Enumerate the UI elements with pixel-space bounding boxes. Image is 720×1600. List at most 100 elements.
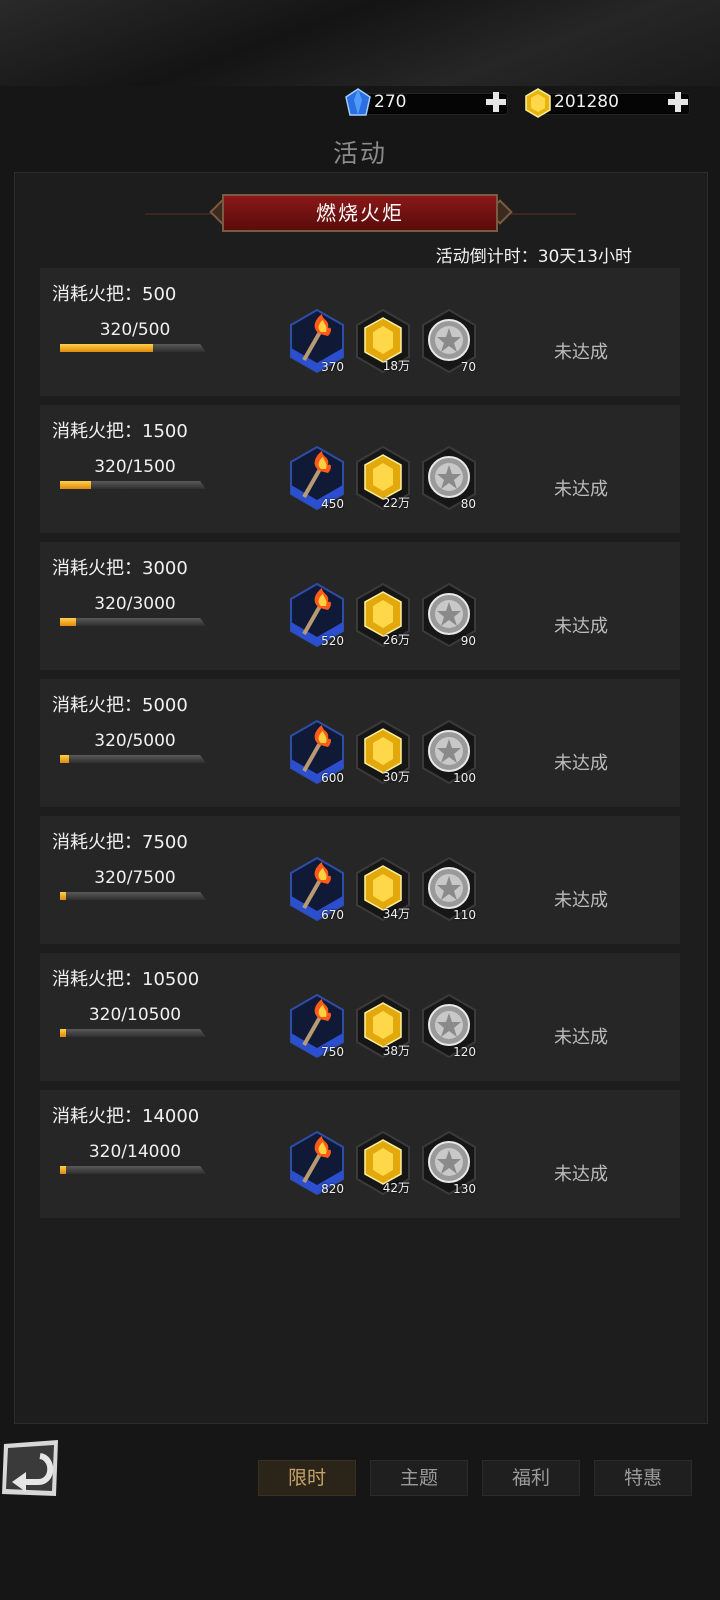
tier-progress-fill — [60, 618, 76, 626]
top-backdrop — [0, 0, 720, 86]
reward-count: 80 — [460, 497, 476, 511]
tier-requirement: 消耗火把：10500 — [52, 969, 200, 990]
reward-count: 130 — [453, 1182, 476, 1196]
gold-currency: 201280 — [524, 88, 704, 118]
tier-progress-bar — [60, 1029, 206, 1037]
torch-reward[interactable]: 520 — [288, 582, 346, 648]
coin-reward[interactable]: 90 — [420, 582, 478, 648]
gold-reward[interactable]: 26万 — [354, 582, 412, 648]
coin-reward[interactable]: 110 — [420, 856, 478, 922]
tier-row: 消耗火把：10500 320/10500 750 38万 120 未达成 — [40, 953, 680, 1081]
coin-reward[interactable]: 80 — [420, 445, 478, 511]
tier-requirement: 消耗火把：500 — [52, 284, 177, 305]
gold-reward[interactable]: 22万 — [354, 445, 412, 511]
reward-count: 750 — [321, 1045, 344, 1059]
tab-limited[interactable]: 限时 — [258, 1460, 356, 1496]
reward-count: 22万 — [382, 496, 410, 510]
reward-count: 370 — [321, 360, 344, 374]
tier-progress-text: 320/5000 — [94, 731, 176, 751]
tier-row: 消耗火把：5000 320/5000 600 30万 100 未达成 — [40, 679, 680, 807]
coin-reward[interactable]: 120 — [420, 993, 478, 1059]
reward-count: 600 — [321, 771, 344, 785]
reward-count: 42万 — [382, 1181, 410, 1195]
add-diamond-icon[interactable] — [484, 90, 508, 114]
tier-progress-fill — [60, 1029, 66, 1037]
reward-count: 18万 — [382, 359, 410, 373]
tier-status: 未达成 — [554, 890, 608, 911]
coin-reward[interactable]: 130 — [420, 1130, 478, 1196]
reward-count: 100 — [453, 771, 476, 785]
torch-reward[interactable]: 670 — [288, 856, 346, 922]
tier-row: 消耗火把：3000 320/3000 520 26万 90 未达成 — [40, 542, 680, 670]
tier-progress-fill — [60, 1166, 66, 1174]
gold-reward[interactable]: 42万 — [354, 1130, 412, 1196]
gold-count: 201280 — [554, 92, 619, 112]
diamond-currency: 270 — [344, 88, 514, 118]
tier-progress-text: 320/1500 — [94, 457, 176, 477]
tier-progress-fill — [60, 344, 154, 352]
torch-reward[interactable]: 600 — [288, 719, 346, 785]
gold-reward[interactable]: 30万 — [354, 719, 412, 785]
gold-gem-icon — [525, 88, 551, 118]
torch-reward[interactable]: 370 — [288, 308, 346, 374]
tab-special-offer[interactable]: 特惠 — [594, 1460, 692, 1496]
tier-row: 消耗火把：14000 320/14000 820 42万 130 未达成 — [40, 1090, 680, 1218]
tier-progress-fill — [60, 755, 70, 763]
reward-count: 450 — [321, 497, 344, 511]
event-countdown: 活动倒计时：30天13小时 — [435, 247, 632, 267]
torch-reward[interactable]: 450 — [288, 445, 346, 511]
tier-progress-text: 320/500 — [99, 320, 171, 340]
tier-progress-fill — [60, 892, 67, 900]
tier-progress-text: 320/14000 — [88, 1142, 182, 1162]
tier-progress-bar — [60, 892, 206, 900]
tier-progress-fill — [60, 481, 92, 489]
event-title-banner: 燃烧火炬 — [222, 194, 498, 232]
tier-requirement: 消耗火把：5000 — [52, 695, 188, 716]
reward-count: 26万 — [382, 633, 410, 647]
tier-progress-text: 320/10500 — [88, 1005, 182, 1025]
tier-progress-bar — [60, 344, 206, 352]
tier-progress-bar — [60, 618, 206, 626]
reward-count: 34万 — [382, 907, 410, 921]
gold-reward[interactable]: 38万 — [354, 993, 412, 1059]
tab-welfare[interactable]: 福利 — [482, 1460, 580, 1496]
reward-count: 670 — [321, 908, 344, 922]
tier-progress-bar — [60, 1166, 206, 1174]
tier-status: 未达成 — [554, 1164, 608, 1185]
reward-count: 110 — [453, 908, 476, 922]
torch-reward[interactable]: 750 — [288, 993, 346, 1059]
tier-progress-text: 320/7500 — [94, 868, 176, 888]
tier-status: 未达成 — [554, 342, 608, 363]
reward-count: 120 — [453, 1045, 476, 1059]
tier-progress-text: 320/3000 — [94, 594, 176, 614]
tier-status: 未达成 — [554, 479, 608, 500]
tier-requirement: 消耗火把：14000 — [52, 1106, 200, 1127]
back-arrow-icon[interactable] — [0, 1438, 62, 1500]
reward-count: 520 — [321, 634, 344, 648]
page-title: 活动 — [332, 139, 387, 168]
tier-row: 消耗火把：1500 320/1500 450 22万 80 未达成 — [40, 405, 680, 533]
coin-reward[interactable]: 70 — [420, 308, 478, 374]
tier-row: 消耗火把：500 320/500 370 18万 70 未达成 — [40, 268, 680, 396]
tier-status: 未达成 — [554, 1027, 608, 1048]
torch-reward[interactable]: 820 — [288, 1130, 346, 1196]
tab-theme[interactable]: 主题 — [370, 1460, 468, 1496]
reward-count: 38万 — [382, 1044, 410, 1058]
diamond-count: 270 — [374, 92, 407, 112]
tier-row: 消耗火把：7500 320/7500 670 34万 110 未达成 — [40, 816, 680, 944]
tier-progress-bar — [60, 755, 206, 763]
tier-requirement: 消耗火把：1500 — [52, 421, 188, 442]
gold-reward[interactable]: 18万 — [354, 308, 412, 374]
tier-requirement: 消耗火把：7500 — [52, 832, 188, 853]
tier-status: 未达成 — [554, 753, 608, 774]
reward-count: 820 — [321, 1182, 344, 1196]
reward-count: 30万 — [382, 770, 410, 784]
reward-count: 70 — [460, 360, 476, 374]
add-gold-icon[interactable] — [666, 90, 690, 114]
blue-diamond-icon — [345, 88, 371, 116]
tier-requirement: 消耗火把：3000 — [52, 558, 188, 579]
tier-progress-bar — [60, 481, 206, 489]
reward-count: 90 — [460, 634, 476, 648]
coin-reward[interactable]: 100 — [420, 719, 478, 785]
gold-reward[interactable]: 34万 — [354, 856, 412, 922]
